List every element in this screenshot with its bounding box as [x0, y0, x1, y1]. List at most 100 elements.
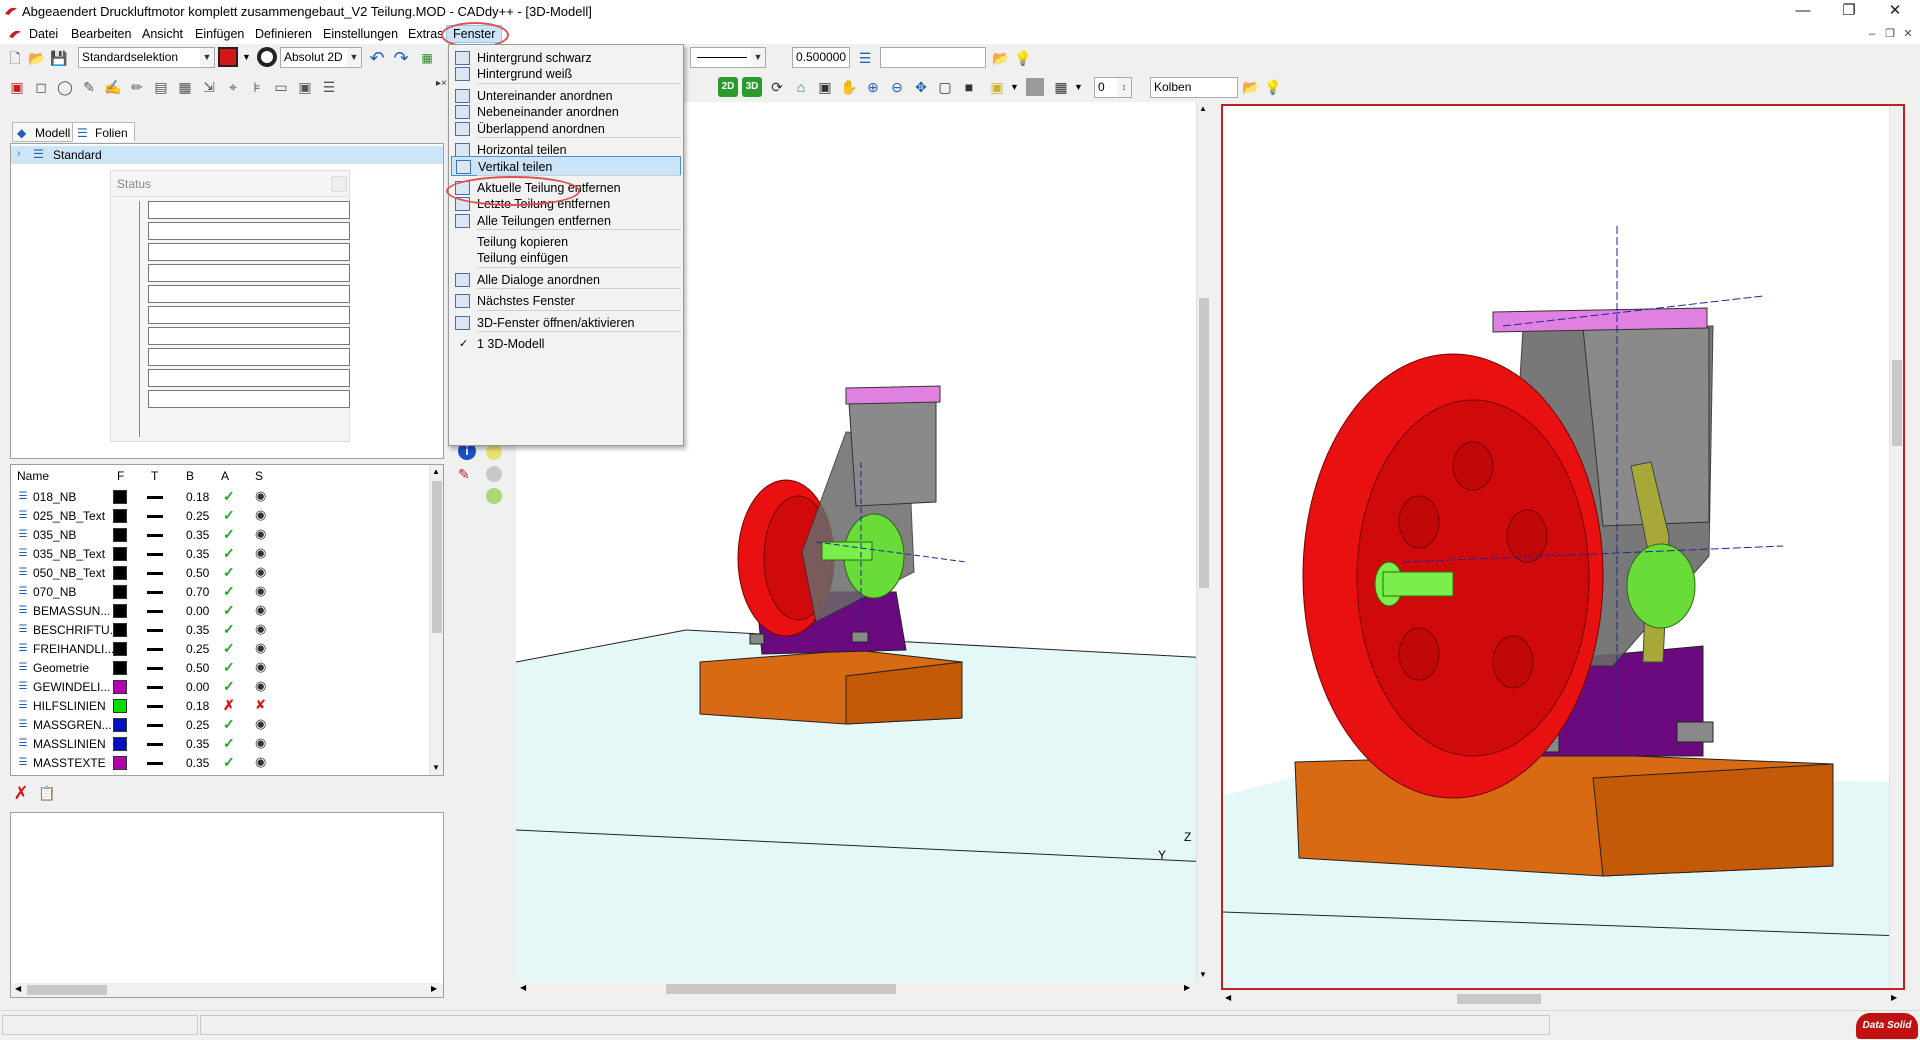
chevron-up-icon[interactable]: ▲ [432, 467, 440, 476]
col-header-a[interactable]: A [221, 469, 229, 483]
table-row[interactable]: ☰ 070_NB 0.70 ✓ ◉ [11, 582, 431, 601]
menu-item[interactable]: Vertikal teilen [451, 156, 681, 177]
zoom-all-icon[interactable]: ✥ [910, 76, 932, 98]
mdi-restore-button[interactable]: ❐ [1882, 26, 1898, 42]
col-header-name[interactable]: Name [17, 469, 49, 483]
check-icon[interactable]: ✓ [223, 602, 235, 619]
check-icon[interactable]: ✓ [223, 526, 235, 543]
viewport-left-hscroll[interactable]: ◀ ▶ [516, 982, 1210, 996]
pen-icon[interactable]: ✎ [78, 76, 100, 98]
table-row[interactable]: ☰ BESCHRIFTU... 0.35 ✓ ◉ [11, 620, 431, 639]
menu-bearbeiten[interactable]: Bearbeiten [65, 25, 137, 43]
linetype-swatch[interactable] [147, 686, 163, 689]
chevron-down-icon[interactable]: ▼ [1199, 970, 1207, 979]
linetype-swatch[interactable] [147, 610, 163, 613]
eye-icon[interactable]: ◉ [255, 602, 266, 618]
properties-icon[interactable]: ☰ [318, 76, 340, 98]
panel-pin-icon[interactable]: ▸× [436, 78, 447, 89]
scroll-thumb[interactable] [666, 984, 896, 994]
check-icon[interactable]: ✓ [223, 716, 235, 733]
menu-item[interactable]: Nächstes Fenster [451, 291, 681, 311]
eraser-icon[interactable]: ✎ [458, 466, 476, 484]
properties-hscrollbar[interactable]: ◀ ▶ [11, 983, 443, 997]
check-icon[interactable]: ✓ [223, 564, 235, 581]
chevron-left-icon[interactable]: ◀ [1225, 993, 1231, 1002]
layer-color-swatch[interactable] [113, 718, 127, 732]
check-icon[interactable]: ✓ [223, 488, 235, 505]
layer-color-swatch[interactable] [113, 585, 127, 599]
menu-item[interactable]: Teilung einfügen [451, 248, 681, 268]
mdi-close-button[interactable]: ✕ [1900, 26, 1916, 42]
table-row[interactable]: ☰ 035_NB_Text 0.35 ✓ ◉ [11, 544, 431, 563]
scroll-thumb[interactable] [1199, 298, 1209, 588]
chevron-left-icon[interactable]: ◀ [520, 983, 526, 992]
hatch-icon[interactable]: ▤ [150, 76, 172, 98]
linetype-swatch[interactable] [147, 496, 163, 499]
tab-folien[interactable]: ☰ Folien [72, 122, 135, 142]
circle-tool-icon[interactable]: ◯ [54, 76, 76, 98]
layer-color-swatch[interactable] [113, 756, 127, 770]
eye-hidden-icon[interactable]: ✘ [255, 697, 266, 713]
wireframe-icon[interactable]: ▦ [1050, 76, 1072, 98]
eye-icon[interactable]: ◉ [255, 640, 266, 656]
table-row[interactable]: ☰ 035_NB 0.35 ✓ ◉ [11, 525, 431, 544]
lightbulb-icon[interactable]: 💡 [1262, 76, 1284, 98]
table-row[interactable]: ☰ BEMASSUN... 0.00 ✓ ◉ [11, 601, 431, 620]
clipboard-icon[interactable]: 📋 [36, 782, 58, 804]
grid-icon[interactable]: ▦ [416, 47, 438, 69]
layer-color-swatch[interactable] [113, 490, 127, 504]
eye-icon[interactable]: ◉ [255, 583, 266, 599]
measure-icon[interactable]: ⊧ [246, 76, 268, 98]
menu-datei[interactable]: Datei [23, 25, 64, 43]
viewport-right[interactable] [1221, 104, 1905, 990]
new-file-icon[interactable]: 🗋 [4, 47, 26, 69]
linetype-swatch[interactable] [147, 705, 163, 708]
linetype-swatch[interactable] [147, 762, 163, 765]
table-row[interactable]: ☰ 025_NB_Text 0.25 ✓ ◉ [11, 506, 431, 525]
linetype-swatch[interactable] [147, 515, 163, 518]
section-icon[interactable]: ■ [958, 76, 980, 98]
chevron-down-icon[interactable]: ▼ [1010, 82, 1019, 92]
view-3d-button[interactable]: 3D [742, 77, 762, 97]
viewport-left-vscroll[interactable]: ▲ ▼ [1196, 102, 1210, 982]
check-icon[interactable]: ✓ [223, 640, 235, 657]
layer-folder-icon[interactable]: 📂 [990, 47, 1012, 69]
count-input[interactable]: 0 ↕ [1094, 77, 1132, 98]
eye-icon[interactable]: ◉ [255, 754, 266, 770]
open-folder-icon[interactable]: 📂 [26, 47, 48, 69]
menu-ansicht[interactable]: Ansicht [136, 25, 189, 43]
tab-modell[interactable]: ◆ Modell [12, 122, 78, 142]
render-mode-icon[interactable] [1026, 78, 1044, 96]
layer-color-swatch[interactable] [113, 547, 127, 561]
linetype-swatch[interactable] [147, 591, 163, 594]
menu-item[interactable]: Alle Teilungen entfernen [451, 211, 681, 231]
eye-icon[interactable]: ◉ [255, 545, 266, 561]
zoom-previous-icon[interactable]: ▢ [934, 76, 956, 98]
layer-color-swatch[interactable] [113, 509, 127, 523]
table-row[interactable]: ☰ GEWINDELI... 0.00 ✓ ◉ [11, 677, 431, 696]
table-row[interactable]: ☰ Geometrie 0.50 ✓ ◉ [11, 658, 431, 677]
zoom-out-icon[interactable]: ⊖ [886, 76, 908, 98]
linetype-swatch[interactable] [147, 667, 163, 670]
col-header-f[interactable]: F [117, 469, 124, 483]
linetype-swatch[interactable] [147, 572, 163, 575]
cross-icon[interactable]: ✗ [223, 697, 235, 714]
chevron-down-icon[interactable]: ▼ [242, 52, 251, 62]
layer-color-swatch[interactable] [113, 623, 127, 637]
table-row[interactable]: ☰ MASSLINIEN 0.35 ✓ ◉ [11, 734, 431, 753]
chevron-down-icon[interactable]: ▼ [1074, 82, 1083, 92]
snap-icon[interactable]: ◻ [30, 76, 52, 98]
spinner-icon[interactable]: ↕ [1117, 78, 1131, 97]
lightbulb-icon[interactable]: 💡 [1012, 47, 1034, 69]
layer-name-input[interactable]: Kolben [1150, 77, 1238, 98]
table-icon[interactable]: ▦ [174, 76, 196, 98]
table-row[interactable]: ☰ 018_NB 0.18 ✓ ◉ [11, 487, 431, 506]
crosshair-icon[interactable]: ⌖ [222, 76, 244, 98]
scroll-thumb[interactable] [432, 481, 442, 633]
tree-item-standard[interactable]: › ☰ Standard [11, 146, 443, 164]
menu-item[interactable]: 1 3D-Modell ✓ [451, 334, 681, 354]
coordinate-mode-select[interactable]: Absolut 2D ▼ [280, 47, 362, 68]
col-header-t[interactable]: T [151, 469, 158, 483]
save-icon[interactable]: 💾 [48, 47, 70, 69]
brush-icon[interactable]: ✏ [126, 76, 148, 98]
